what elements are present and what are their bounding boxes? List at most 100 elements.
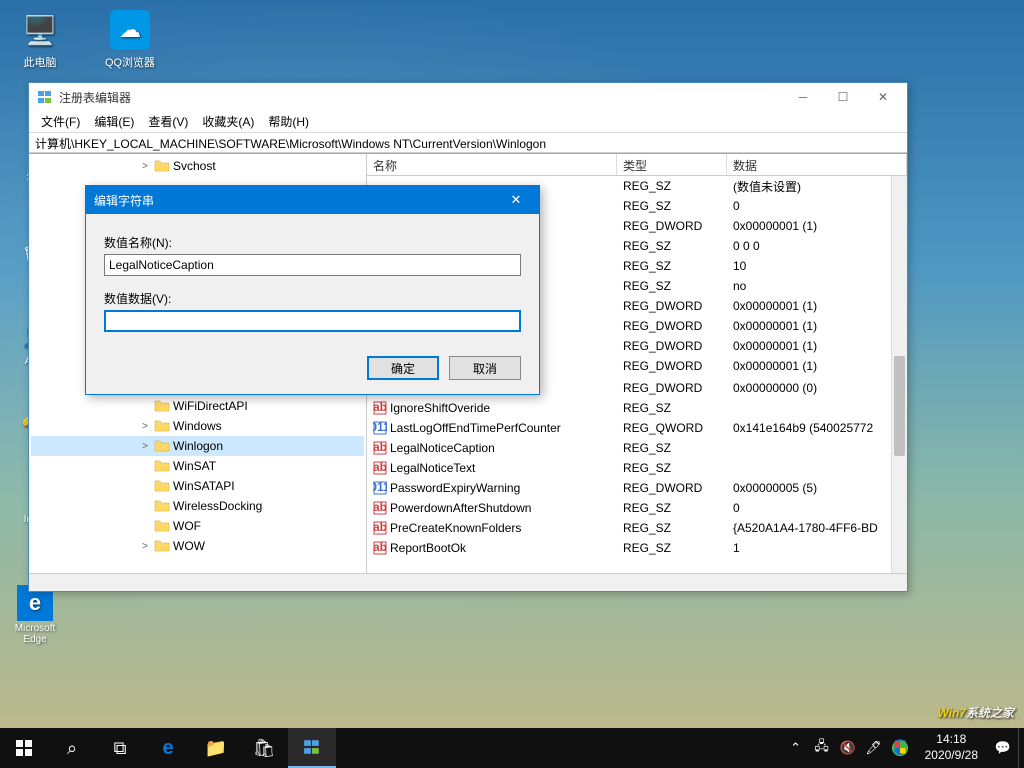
col-header-type[interactable]: 类型 bbox=[617, 154, 727, 175]
cell-type: REG_DWORD bbox=[617, 358, 727, 374]
close-button[interactable]: ✕ bbox=[863, 83, 903, 111]
ok-button[interactable]: 确定 bbox=[367, 356, 439, 380]
list-row[interactable]: abPreCreateKnownFoldersREG_SZ{A520A1A4-1… bbox=[367, 518, 907, 538]
tree-item[interactable]: WiFiDirectAPI bbox=[31, 396, 364, 416]
cell-data: 0x00000001 (1) bbox=[727, 218, 907, 234]
taskbar-edge[interactable]: e bbox=[144, 728, 192, 768]
cell-data: 0 0 0 bbox=[727, 238, 907, 254]
cell-type: REG_QWORD bbox=[617, 420, 727, 436]
col-header-data[interactable]: 数据 bbox=[727, 154, 907, 175]
tree-item[interactable]: WirelessDocking bbox=[31, 496, 364, 516]
dialog-title: 编辑字符串 bbox=[94, 192, 501, 209]
tree-item[interactable]: >Svchost bbox=[31, 156, 364, 176]
scrollbar-thumb[interactable] bbox=[894, 356, 905, 456]
tree-item[interactable]: WinSATAPI bbox=[31, 476, 364, 496]
menu-file[interactable]: 文件(F) bbox=[35, 111, 86, 132]
list-row[interactable]: abIgnoreShiftOverideREG_SZ bbox=[367, 398, 907, 418]
tree-item[interactable]: >Winlogon bbox=[31, 436, 364, 456]
folder-icon bbox=[154, 399, 170, 413]
tray-chevron-icon[interactable]: ⌃ bbox=[787, 739, 805, 757]
expander-icon[interactable]: > bbox=[139, 421, 151, 432]
cell-data: 0 bbox=[727, 198, 907, 214]
desktop-icon-label: QQ浏览器 bbox=[100, 54, 160, 70]
minimize-button[interactable]: ─ bbox=[783, 83, 823, 111]
window-title: 注册表编辑器 bbox=[59, 89, 783, 106]
tray-date: 2020/9/28 bbox=[925, 748, 978, 764]
tree-item-label: WiFiDirectAPI bbox=[173, 399, 248, 413]
value-type-icon: ab bbox=[373, 541, 387, 555]
expander-icon[interactable]: > bbox=[139, 161, 151, 172]
tree-item[interactable]: WinSAT bbox=[31, 456, 364, 476]
tray-datetime[interactable]: 14:18 2020/9/28 bbox=[917, 732, 986, 763]
cell-data: 0x00000000 (0) bbox=[727, 380, 907, 396]
taskbar-regedit[interactable] bbox=[288, 728, 336, 768]
cell-data: 0x00000001 (1) bbox=[727, 358, 907, 374]
start-button[interactable] bbox=[0, 728, 48, 768]
menu-favorites[interactable]: 收藏夹(A) bbox=[196, 111, 260, 132]
cell-data: {A520A1A4-1780-4FF6-BD bbox=[727, 520, 907, 536]
desktop-icon-label: 此电脑 bbox=[10, 54, 70, 70]
taskview-button[interactable]: ⧉ bbox=[96, 728, 144, 768]
svg-text:ab: ab bbox=[373, 541, 387, 554]
menu-view[interactable]: 查看(V) bbox=[142, 111, 194, 132]
list-row[interactable]: abPowerdownAfterShutdownREG_SZ0 bbox=[367, 498, 907, 518]
tree-item[interactable]: WOF bbox=[31, 516, 364, 536]
menu-edit[interactable]: 编辑(E) bbox=[88, 111, 140, 132]
menu-help[interactable]: 帮助(H) bbox=[262, 111, 315, 132]
cancel-button[interactable]: 取消 bbox=[449, 356, 521, 380]
value-name-input[interactable] bbox=[104, 254, 521, 276]
watermark: Win7系统之家 bbox=[937, 701, 1014, 722]
folder-icon bbox=[154, 159, 170, 173]
taskbar-explorer[interactable]: 📁 bbox=[192, 728, 240, 768]
titlebar[interactable]: 注册表编辑器 ─ ☐ ✕ bbox=[29, 83, 907, 111]
cell-data: (数值未设置) bbox=[727, 177, 907, 196]
dialog-close-button[interactable]: ✕ bbox=[501, 186, 531, 214]
desktop-icon-edge[interactable]: eMicrosoft Edge bbox=[10, 585, 60, 645]
svg-text:ab: ab bbox=[373, 461, 387, 474]
value-data-input[interactable] bbox=[104, 310, 521, 332]
cell-name: abReportBootOk bbox=[367, 540, 617, 557]
cell-name: abIgnoreShiftOveride bbox=[367, 400, 617, 417]
list-row[interactable]: abReportBootOkREG_SZ1 bbox=[367, 538, 907, 558]
edit-string-dialog: 编辑字符串 ✕ 数值名称(N): 数值数据(V): 确定 取消 bbox=[85, 185, 540, 395]
desktop-icon-qq-browser[interactable]: ☁ QQ浏览器 bbox=[100, 10, 160, 70]
cell-type: REG_SZ bbox=[617, 178, 727, 194]
address-bar[interactable]: 计算机\HKEY_LOCAL_MACHINE\SOFTWARE\Microsof… bbox=[29, 133, 907, 153]
vertical-scrollbar[interactable] bbox=[891, 176, 907, 573]
search-button[interactable]: ⌕ bbox=[48, 728, 96, 768]
tray-network-icon[interactable]: 🖧 bbox=[813, 739, 831, 757]
qq-browser-icon: ☁ bbox=[110, 10, 150, 50]
list-row[interactable]: abLegalNoticeCaptionREG_SZ bbox=[367, 438, 907, 458]
expander-icon[interactable]: > bbox=[139, 541, 151, 552]
cell-type: REG_SZ bbox=[617, 278, 727, 294]
tray-volume-icon[interactable]: 🔇 bbox=[839, 739, 857, 757]
maximize-button[interactable]: ☐ bbox=[823, 83, 863, 111]
dialog-titlebar[interactable]: 编辑字符串 ✕ bbox=[86, 186, 539, 214]
svg-text:ab: ab bbox=[373, 441, 387, 454]
col-header-name[interactable]: 名称 bbox=[367, 154, 617, 175]
taskbar-store[interactable]: 🛍 bbox=[240, 728, 288, 768]
list-row[interactable]: 011PasswordExpiryWarningREG_DWORD0x00000… bbox=[367, 478, 907, 498]
show-desktop-button[interactable] bbox=[1018, 728, 1024, 768]
folder-icon bbox=[154, 479, 170, 493]
tree-item-label: WOW bbox=[173, 539, 205, 553]
cell-type: REG_DWORD bbox=[617, 218, 727, 234]
this-pc-icon: 🖥️ bbox=[20, 10, 60, 50]
cell-data bbox=[727, 447, 907, 449]
cell-type: REG_DWORD bbox=[617, 380, 727, 396]
desktop-icon-this-pc[interactable]: 🖥️ 此电脑 bbox=[10, 10, 70, 70]
tree-item-label: WirelessDocking bbox=[173, 499, 262, 513]
cell-type: REG_SZ bbox=[617, 520, 727, 536]
tray-shield-icon[interactable] bbox=[891, 739, 909, 757]
tray-ime-icon[interactable]: 🖊 bbox=[865, 739, 883, 757]
cell-type: REG_DWORD bbox=[617, 338, 727, 354]
taskbar: ⌕ ⧉ e 📁 🛍 ⌃ 🖧 🔇 🖊 14:18 2020/9/28 💬 bbox=[0, 728, 1024, 768]
tray-notifications-icon[interactable]: 💬 bbox=[994, 739, 1012, 757]
tree-item[interactable]: > WOW bbox=[31, 536, 364, 556]
value-type-icon: 011 bbox=[373, 421, 387, 435]
list-row[interactable]: 011LastLogOffEndTimePerfCounterREG_QWORD… bbox=[367, 418, 907, 438]
list-row[interactable]: abLegalNoticeTextREG_SZ bbox=[367, 458, 907, 478]
cell-name: abLegalNoticeCaption bbox=[367, 440, 617, 457]
tree-item[interactable]: >Windows bbox=[31, 416, 364, 436]
expander-icon[interactable]: > bbox=[139, 441, 151, 452]
